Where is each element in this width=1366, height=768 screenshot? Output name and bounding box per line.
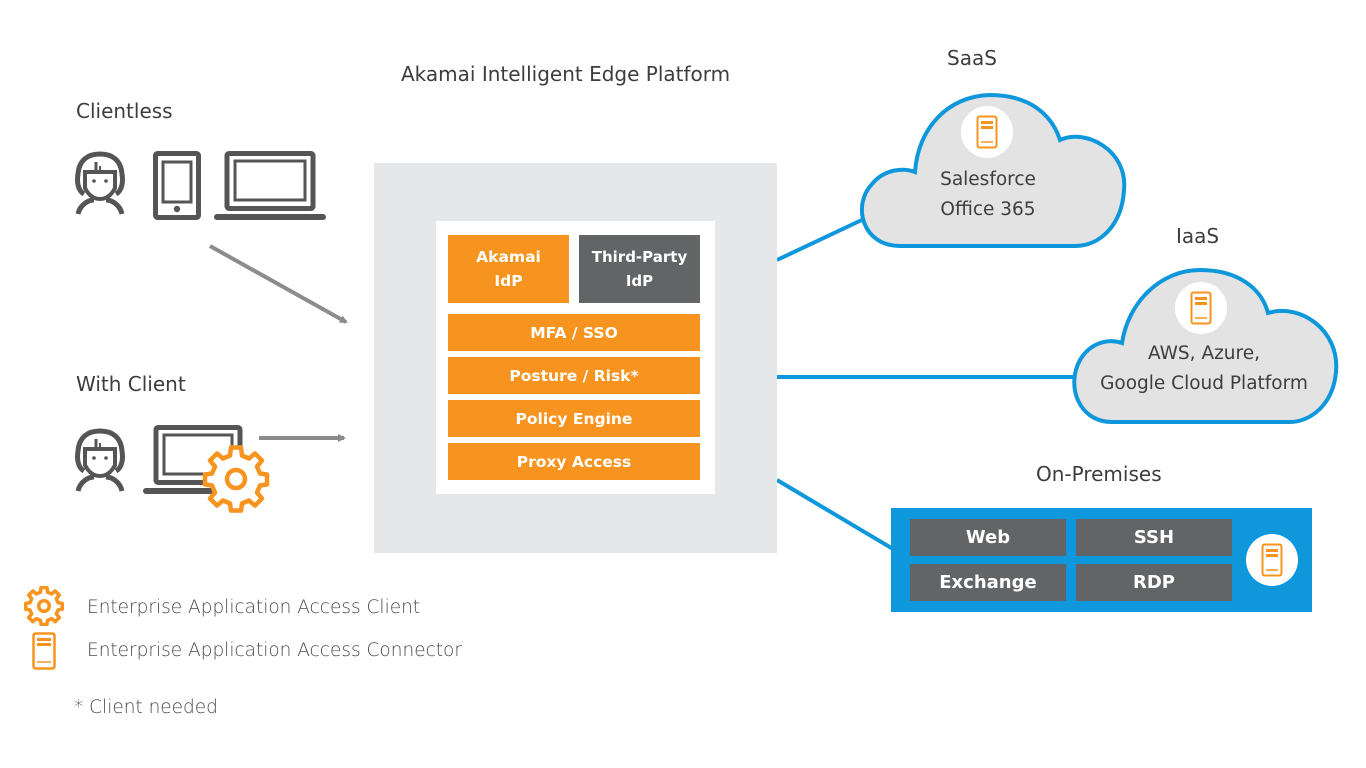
platform-stack: Akamai IdP Third-Party IdP MFA / SSO Postu… <box>436 221 715 494</box>
onprem-connector-badge <box>1246 534 1298 586</box>
iaas-apps-label: AWS, Azure, Google Cloud Platform <box>1084 339 1324 399</box>
onprem-box: Web SSH Exchange RDP <box>891 508 1312 612</box>
onprem-app-ssh: SSH <box>1076 519 1232 556</box>
saas-connection-line <box>776 216 867 262</box>
connector-icon <box>976 115 998 149</box>
policy-engine-layer: Policy Engine <box>448 400 700 437</box>
iaas-connector-badge <box>1175 282 1227 334</box>
legend-client-label: Enterprise Application Access Client <box>87 597 421 618</box>
third-party-idp-line1: Third-Party <box>591 248 688 266</box>
user-icon <box>75 151 125 215</box>
iaas-line-2: Google Cloud Platform <box>1100 373 1308 394</box>
user-icon <box>75 428 125 492</box>
onprem-app-web: Web <box>910 519 1066 556</box>
connector-icon <box>1190 291 1212 325</box>
proxy-access-layer: Proxy Access <box>448 443 700 480</box>
clientless-heading: Clientless <box>76 99 173 123</box>
tablet-icon <box>153 151 201 220</box>
platform-title: Akamai Intelligent Edge Platform <box>401 62 731 86</box>
iaas-heading: IaaS <box>1176 224 1220 248</box>
saas-apps-label: Salesforce Office 365 <box>918 165 1058 225</box>
connector-icon <box>1261 543 1283 577</box>
third-party-idp-block: Third-Party IdP <box>579 235 700 303</box>
gear-icon <box>202 445 270 513</box>
saas-line-1: Salesforce <box>940 169 1036 190</box>
third-party-idp-line2: IdP <box>625 272 654 290</box>
legend-connector-label: Enterprise Application Access Connector <box>87 640 462 661</box>
saas-heading: SaaS <box>947 46 997 70</box>
with-client-heading: With Client <box>76 372 186 396</box>
iaas-line-1: AWS, Azure, <box>1148 343 1260 364</box>
onprem-app-rdp: RDP <box>1076 564 1232 601</box>
akamai-idp-line2: IdP <box>494 272 523 290</box>
laptop-icon <box>214 151 326 220</box>
onprem-connection-line <box>775 478 895 551</box>
posture-risk-layer: Posture / Risk* <box>448 357 700 394</box>
akamai-idp-block: Akamai IdP <box>448 235 569 303</box>
saas-line-2: Office 365 <box>940 199 1036 220</box>
legend-footnote: * Client needed <box>74 697 218 718</box>
onprem-heading: On-Premises <box>1036 462 1162 486</box>
connector-icon <box>32 632 56 670</box>
saas-connector-badge <box>961 106 1013 158</box>
clientless-arrow <box>209 244 348 324</box>
mfa-sso-layer: MFA / SSO <box>448 314 700 351</box>
onprem-app-exchange: Exchange <box>910 564 1066 601</box>
gear-icon <box>24 586 64 626</box>
akamai-idp-line1: Akamai <box>476 248 541 266</box>
